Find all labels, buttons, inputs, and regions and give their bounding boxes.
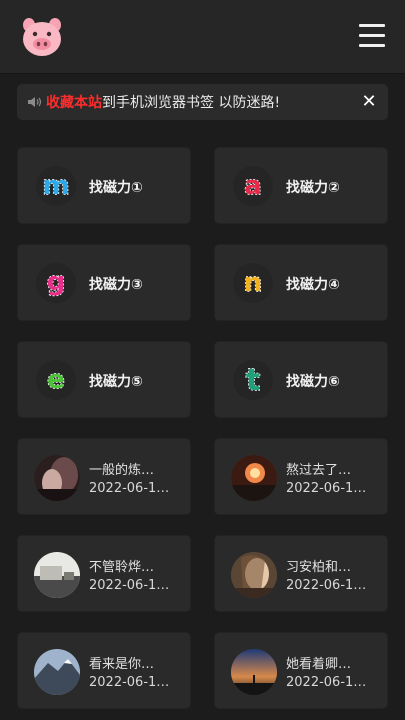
- svg-text:t: t: [246, 363, 260, 398]
- post-thumbnail: [34, 455, 80, 501]
- post-title: 她看着卿…: [286, 657, 352, 672]
- post-card-5[interactable]: 看来是你… 2022-06-1…: [17, 632, 191, 709]
- post-thumbnail: [231, 455, 277, 501]
- letter-g-icon: g: [36, 263, 76, 303]
- letter-m-icon: m: [36, 166, 76, 206]
- magnet-link-card-6[interactable]: t 找磁力⑥: [214, 341, 388, 418]
- post-title: 看来是你…: [89, 657, 155, 672]
- post-card-6[interactable]: 她看着卿… 2022-06-1…: [214, 632, 388, 709]
- post-card-4[interactable]: 习安柏和… 2022-06-1…: [214, 535, 388, 612]
- notice-highlight[interactable]: 收藏本站: [46, 95, 102, 111]
- letter-n-icon: n: [233, 263, 273, 303]
- magnet-link-label: 找磁力①: [89, 180, 143, 196]
- post-date: 2022-06-1…: [89, 675, 170, 690]
- magnet-link-card-5[interactable]: e 找磁力⑤: [17, 341, 191, 418]
- pig-face-icon[interactable]: [20, 16, 64, 58]
- post-date: 2022-06-1…: [286, 578, 367, 593]
- letter-e-icon: e: [36, 360, 76, 400]
- close-notice-button[interactable]: ✕: [360, 93, 378, 111]
- letter-a-icon: a: [233, 166, 273, 206]
- magnet-link-label: 找磁力②: [286, 180, 340, 196]
- post-title: 熬过去了…: [286, 463, 352, 478]
- notice-text: 收藏本站到手机浏览器书签 以防迷路!: [46, 92, 280, 112]
- speaker-icon: [26, 95, 44, 109]
- post-date: 2022-06-1…: [286, 675, 367, 690]
- magnet-link-label: 找磁力③: [89, 277, 143, 293]
- post-thumbnail: [231, 552, 277, 598]
- post-card-3[interactable]: 不管聆烨… 2022-06-1…: [17, 535, 191, 612]
- svg-text:a: a: [244, 171, 262, 201]
- magnet-link-card-3[interactable]: g 找磁力③: [17, 244, 191, 321]
- app-header: [0, 0, 405, 74]
- letter-t-icon: t: [233, 360, 273, 400]
- svg-text:n: n: [244, 268, 263, 298]
- post-thumbnail: [34, 649, 80, 695]
- svg-text:m: m: [42, 171, 69, 201]
- svg-text:e: e: [47, 365, 65, 395]
- svg-text:g: g: [47, 267, 66, 297]
- magnet-link-label: 找磁力④: [286, 277, 340, 293]
- post-date: 2022-06-1…: [286, 481, 367, 496]
- magnet-link-card-4[interactable]: n 找磁力④: [214, 244, 388, 321]
- post-title: 习安柏和…: [286, 560, 352, 575]
- notice-message: 到手机浏览器书签 以防迷路!: [102, 95, 281, 111]
- bookmark-notice-bar: 收藏本站到手机浏览器书签 以防迷路! ✕: [17, 84, 388, 120]
- magnet-link-label: 找磁力⑥: [286, 374, 340, 390]
- magnet-link-card-2[interactable]: a 找磁力②: [214, 147, 388, 224]
- post-card-1[interactable]: 一般的炼… 2022-06-1…: [17, 438, 191, 515]
- hamburger-menu-icon[interactable]: [359, 24, 385, 48]
- post-date: 2022-06-1…: [89, 481, 170, 496]
- magnet-link-label: 找磁力⑤: [89, 374, 143, 390]
- post-date: 2022-06-1…: [89, 578, 170, 593]
- post-thumbnail: [34, 552, 80, 598]
- post-title: 一般的炼…: [89, 463, 155, 478]
- post-thumbnail: [231, 649, 277, 695]
- post-title: 不管聆烨…: [89, 560, 155, 575]
- magnet-link-card-1[interactable]: m 找磁力①: [17, 147, 191, 224]
- post-card-2[interactable]: 熬过去了… 2022-06-1…: [214, 438, 388, 515]
